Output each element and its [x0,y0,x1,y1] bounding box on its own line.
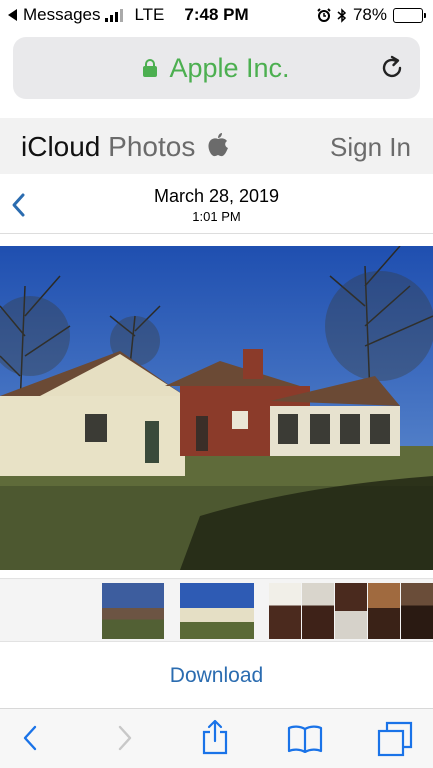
page-title: iCloud Photos [21,131,229,163]
thumbnail-strip [0,578,433,642]
brand-primary: iCloud [21,131,101,162]
sign-in-link[interactable]: Sign In [330,132,411,163]
thumbnail[interactable] [401,583,433,639]
house-photo [0,246,433,570]
lock-icon [143,58,158,77]
thumbnail[interactable] [269,583,301,639]
url-bar[interactable]: Apple Inc. [13,37,420,99]
thumbnail[interactable] [335,583,367,639]
thumbnail-selected[interactable] [180,583,254,639]
forward-arrow-icon[interactable] [115,723,135,753]
apple-logo-icon [208,133,229,157]
share-icon[interactable] [200,719,230,755]
status-bar: Messages LTE 7:48 PM 78% [0,0,433,30]
battery-icon [393,7,426,23]
site-name: Apple Inc. [169,53,290,83]
photo-time: 1:01 PM [192,209,241,224]
photo-date: March 28, 2019 [153,186,280,206]
main-photo[interactable] [0,246,433,570]
thumbnail[interactable] [368,583,400,639]
alarm-icon [317,8,331,22]
brand-secondary: Photos [108,131,196,162]
status-right: 78% [317,5,426,25]
url-display[interactable]: Apple Inc. [13,53,420,84]
photo-date-header: March 28, 2019 1:01 PM [0,176,433,234]
bluetooth-icon [337,7,347,23]
thumbnail[interactable] [102,583,164,639]
tabs-icon[interactable] [377,721,413,757]
back-arrow-icon[interactable] [20,723,40,753]
battery-percent: 78% [352,5,387,24]
reload-icon[interactable] [378,54,406,82]
icloud-header: iCloud Photos Sign In [0,118,433,174]
browser-toolbar [0,708,433,768]
thumbnail[interactable] [302,583,334,639]
download-button[interactable]: Download [0,664,433,688]
bookmarks-icon[interactable] [287,723,323,753]
